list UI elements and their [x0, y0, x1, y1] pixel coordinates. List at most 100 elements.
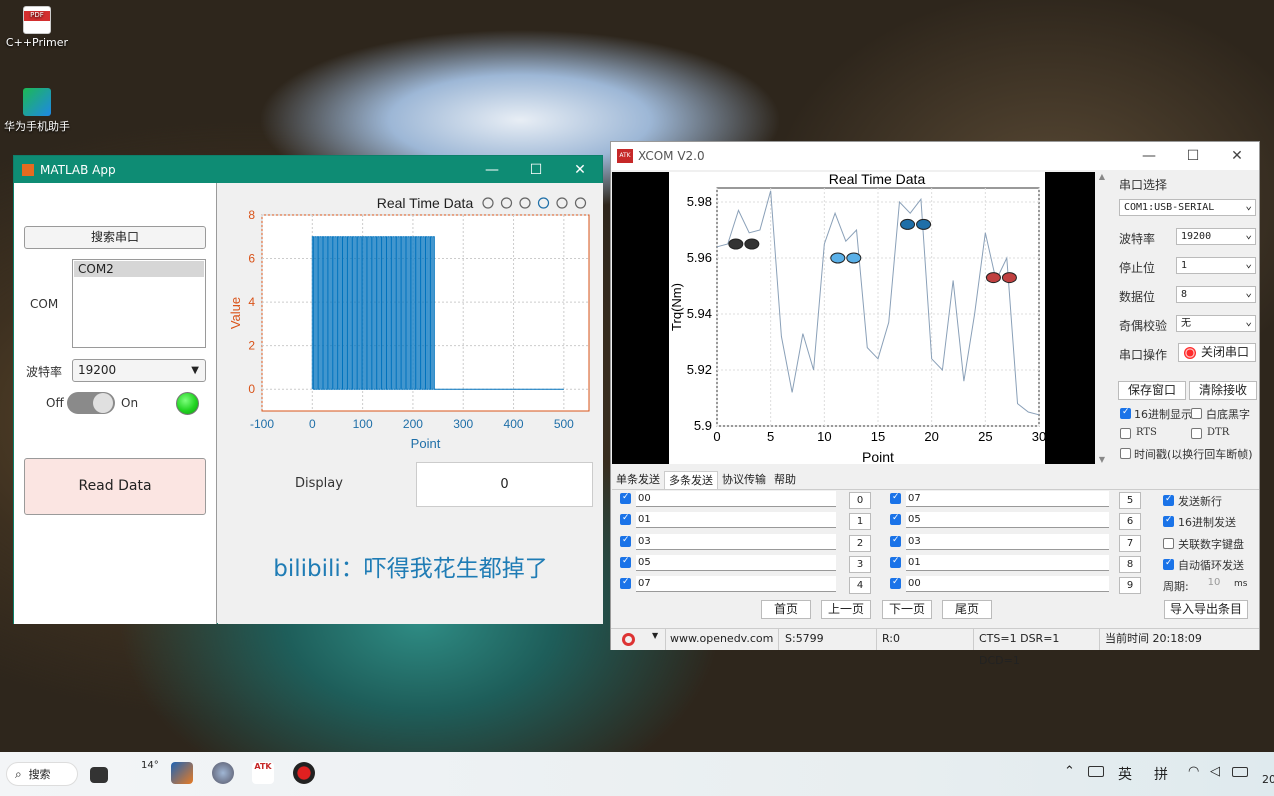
- send-field[interactable]: 03: [636, 534, 836, 550]
- tab-single-send[interactable]: 单条发送: [612, 471, 664, 489]
- sunglasses-doodle: [744, 238, 760, 250]
- hex-display-label: 16进制显示: [1134, 408, 1192, 421]
- close-icon[interactable]: ✕: [1215, 148, 1259, 164]
- send-field[interactable]: 07: [906, 491, 1109, 507]
- row-checkbox[interactable]: [890, 492, 901, 504]
- search-port-button[interactable]: 搜索串口: [24, 226, 206, 249]
- send-index-button[interactable]: 5: [1119, 492, 1141, 509]
- send-field[interactable]: 03: [906, 534, 1109, 550]
- clear-receive-button[interactable]: 清除接收: [1189, 381, 1257, 400]
- maximize-icon[interactable]: ☐: [1171, 148, 1215, 164]
- maximize-icon[interactable]: ☐: [514, 162, 558, 178]
- send-field[interactable]: 01: [636, 512, 836, 528]
- scroll-up-icon[interactable]: ▲: [1095, 172, 1109, 181]
- stop-bits-dropdown[interactable]: 1: [1176, 256, 1256, 274]
- send-field[interactable]: 00: [636, 491, 836, 507]
- y-tick-label: 5.9: [694, 418, 712, 433]
- row-checkbox[interactable]: [620, 577, 631, 589]
- list-item[interactable]: COM2: [74, 261, 204, 277]
- scroll-down-icon[interactable]: ▼: [1095, 455, 1109, 464]
- send-index-button[interactable]: 8: [1119, 556, 1141, 573]
- keyboard-icon[interactable]: [1088, 766, 1104, 777]
- clock-partial[interactable]: 20: [1262, 773, 1274, 786]
- row-checkbox[interactable]: [620, 535, 631, 547]
- auto-loop-checkbox[interactable]: [1163, 558, 1174, 570]
- on-off-switch[interactable]: [67, 392, 115, 414]
- row-checkbox[interactable]: [890, 535, 901, 547]
- receive-scrollbar[interactable]: ▲ ▼: [1095, 172, 1109, 464]
- send-index-button[interactable]: 6: [1119, 513, 1141, 530]
- wifi-icon[interactable]: ◠: [1188, 764, 1199, 779]
- export-icon: [482, 197, 494, 209]
- ime-indicator[interactable]: 拼: [1154, 764, 1168, 784]
- send-index-button[interactable]: 3: [849, 556, 871, 573]
- timestamp-checkbox[interactable]: [1120, 448, 1131, 459]
- matlab-taskbar-icon[interactable]: [171, 762, 193, 784]
- tab-multi-send[interactable]: 多条发送: [664, 471, 718, 489]
- first-page-button[interactable]: 首页: [761, 600, 811, 619]
- com-listbox[interactable]: COM2: [72, 259, 206, 348]
- weather-badge[interactable]: 14°: [141, 760, 159, 771]
- desktop-icon-cpp-primer[interactable]: PDF C++Primer: [0, 6, 74, 49]
- rts-checkbox[interactable]: [1120, 428, 1131, 439]
- dtr-checkbox[interactable]: [1191, 428, 1202, 439]
- tray-overflow-icon[interactable]: ⌃: [1064, 764, 1075, 779]
- next-page-button[interactable]: 下一页: [882, 600, 932, 619]
- settings-gear-icon[interactable]: [622, 633, 635, 646]
- desktop-icon-huawei-assistant[interactable]: 华为手机助手: [0, 88, 74, 134]
- status-url[interactable]: www.openedv.com: [665, 628, 779, 650]
- globe-app-icon[interactable]: [212, 762, 234, 784]
- data-bits-dropdown[interactable]: 8: [1176, 285, 1256, 303]
- row-checkbox[interactable]: [890, 556, 901, 568]
- import-export-button[interactable]: 导入导出条目: [1164, 600, 1248, 619]
- send-field[interactable]: 05: [636, 555, 836, 571]
- lang-indicator[interactable]: 英: [1118, 764, 1132, 784]
- read-data-button[interactable]: Read Data: [24, 458, 206, 515]
- send-field[interactable]: 07: [636, 576, 836, 592]
- baud-dropdown[interactable]: 19200 ▼: [72, 359, 206, 382]
- matlab-line-chart: -100 0 100 200 300 400 500 0 2 4 6 8 Real Time Data P…: [228, 195, 590, 451]
- send-newline-checkbox[interactable]: [1163, 494, 1174, 506]
- send-field[interactable]: 05: [906, 512, 1109, 528]
- period-input[interactable]: 10: [1199, 577, 1229, 588]
- white-bg-checkbox[interactable]: [1191, 408, 1202, 419]
- white-bg-label: 白底黑字: [1206, 408, 1250, 421]
- xcom-taskbar-icon[interactable]: ATK: [252, 762, 274, 784]
- baud-dropdown[interactable]: 19200: [1176, 227, 1256, 245]
- last-page-button[interactable]: 尾页: [942, 600, 992, 619]
- task-view-icon[interactable]: [90, 767, 108, 783]
- send-index-button[interactable]: 9: [1119, 577, 1141, 594]
- close-port-button[interactable]: 关闭串口: [1178, 343, 1256, 362]
- tab-help[interactable]: 帮助: [770, 471, 800, 489]
- home-icon: [574, 197, 587, 209]
- battery-icon[interactable]: [1232, 767, 1248, 777]
- prev-page-button[interactable]: 上一页: [821, 600, 871, 619]
- row-checkbox[interactable]: [890, 577, 901, 589]
- send-index-button[interactable]: 1: [849, 513, 871, 530]
- send-index-button[interactable]: 4: [849, 577, 871, 594]
- row-checkbox[interactable]: [620, 556, 631, 568]
- volume-icon[interactable]: ◁: [1210, 764, 1220, 779]
- row-checkbox[interactable]: [890, 513, 901, 525]
- baud-label: 波特率: [26, 365, 63, 379]
- row-checkbox[interactable]: [620, 492, 631, 504]
- row-checkbox[interactable]: [620, 513, 631, 525]
- send-field[interactable]: 01: [906, 555, 1109, 571]
- hex-display-checkbox[interactable]: [1120, 407, 1131, 419]
- taskbar-search[interactable]: ⌕ 搜索: [6, 762, 78, 786]
- minimize-icon[interactable]: —: [1127, 148, 1171, 164]
- minimize-icon[interactable]: —: [470, 162, 514, 178]
- parity-dropdown[interactable]: 无: [1176, 314, 1256, 332]
- settings-dropdown-icon[interactable]: ▼: [652, 631, 658, 640]
- send-field[interactable]: 00: [906, 576, 1109, 592]
- keypad-checkbox[interactable]: [1163, 538, 1174, 549]
- record-icon[interactable]: [293, 762, 315, 784]
- send-index-button[interactable]: 0: [849, 492, 871, 509]
- close-icon[interactable]: ✕: [558, 162, 602, 178]
- send-index-button[interactable]: 7: [1119, 535, 1141, 552]
- save-window-button[interactable]: 保存窗口: [1118, 381, 1186, 400]
- send-index-button[interactable]: 2: [849, 535, 871, 552]
- tab-protocol[interactable]: 协议传输: [718, 471, 770, 489]
- hex-send-checkbox[interactable]: [1163, 515, 1174, 527]
- port-dropdown[interactable]: COM1:USB-SERIAL: [1119, 198, 1256, 216]
